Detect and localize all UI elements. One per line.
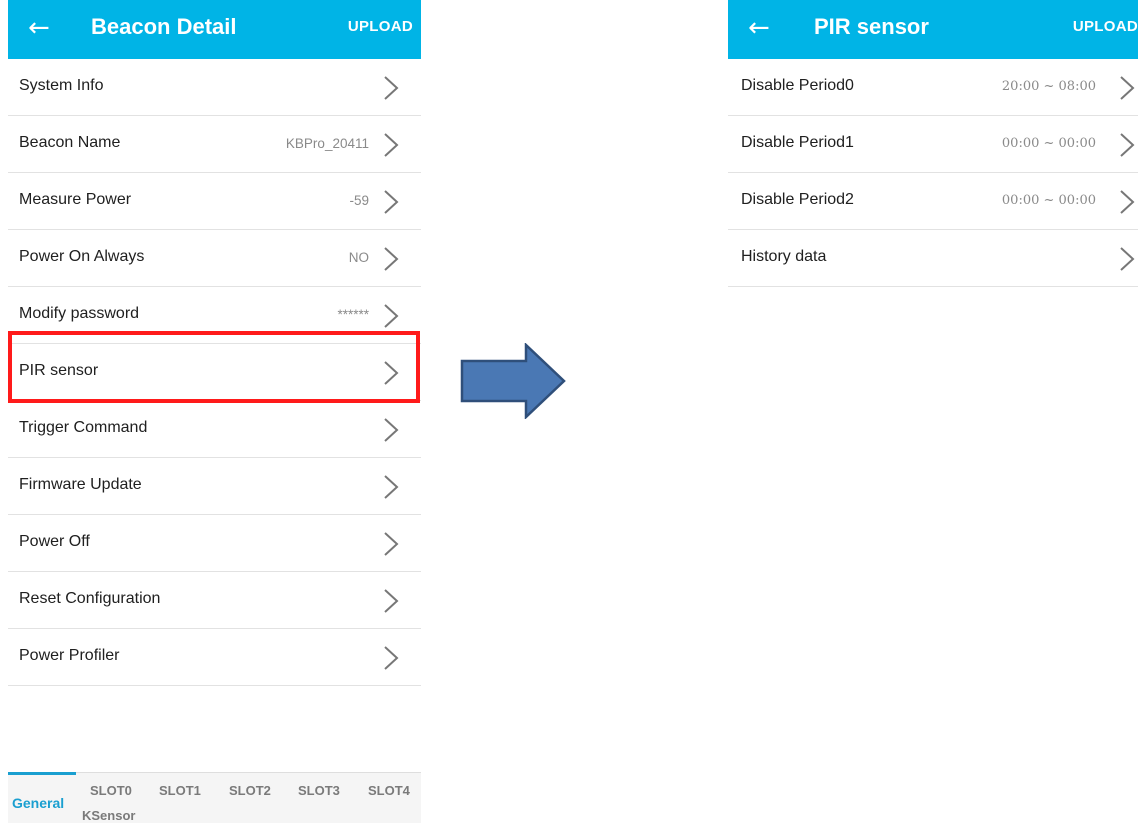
chevron-right-icon	[383, 303, 399, 329]
list-item-label: Power On Always	[19, 248, 145, 265]
list-item-label: System Info	[19, 77, 104, 94]
list-item-label: PIR sensor	[19, 362, 99, 379]
bottom-tab-bar: General SLOT0 SLOT1 SLOT2 SLOT3 SLOT4 KS…	[8, 772, 421, 823]
list-item-system-info[interactable]: System Info	[8, 59, 421, 116]
list-item-label: Measure Power	[19, 191, 132, 208]
tab-slot4[interactable]: SLOT4	[368, 783, 410, 798]
tab-slot1[interactable]: SLOT1	[159, 783, 201, 798]
list-item-firmware-update[interactable]: Firmware Update	[8, 458, 421, 515]
list-item-power-profiler[interactable]: Power Profiler	[8, 629, 421, 686]
list-item-measure-power[interactable]: Measure Power -59	[8, 173, 421, 230]
list-item-value: NO	[348, 250, 369, 265]
list-item-label: Trigger Command	[19, 419, 148, 436]
upload-button[interactable]: UPLOAD	[348, 18, 413, 35]
list-item-trigger-command[interactable]: Trigger Command	[8, 401, 421, 458]
settings-list: System Info Beacon Name KBPro_20411 Meas…	[8, 59, 421, 686]
chevron-right-icon	[383, 360, 399, 386]
list-item-value: 00:00 ~ 00:00	[1001, 136, 1096, 151]
page-title: PIR sensor	[814, 14, 929, 39]
tab-slot3[interactable]: SLOT3	[298, 783, 340, 798]
list-item-label: Firmware Update	[19, 476, 142, 493]
list-item-label: Beacon Name	[19, 134, 121, 151]
list-item-label: History data	[741, 248, 827, 265]
chevron-right-icon	[383, 417, 399, 443]
list-item-value: ******	[337, 307, 369, 322]
chevron-right-icon	[383, 474, 399, 500]
tab-ksensor[interactable]: KSensor	[82, 808, 135, 823]
page-title: Beacon Detail	[91, 14, 237, 39]
list-item-value: 00:00 ~ 00:00	[1001, 193, 1096, 208]
beacon-detail-screen: ← Beacon Detail UPLOAD System Info Beaco…	[8, 0, 421, 823]
active-tab-indicator	[8, 772, 76, 775]
list-item-value: -59	[349, 193, 369, 208]
chevron-right-icon	[383, 132, 399, 158]
list-item-pir-sensor[interactable]: PIR sensor	[8, 344, 421, 401]
list-item-label: Power Off	[19, 533, 90, 550]
list-item-power-off[interactable]: Power Off	[8, 515, 421, 572]
list-item-label: Reset Configuration	[19, 590, 161, 607]
pir-settings-list: Disable Period0 20:00 ~ 08:00 Disable Pe…	[728, 59, 1138, 287]
chevron-right-icon	[1119, 189, 1135, 215]
list-item-label: Disable Period2	[741, 191, 854, 208]
tab-slot2[interactable]: SLOT2	[229, 783, 271, 798]
list-item-beacon-name[interactable]: Beacon Name KBPro_20411	[8, 116, 421, 173]
chevron-right-icon	[383, 588, 399, 614]
list-item-history-data[interactable]: History data	[728, 230, 1138, 287]
chevron-right-icon	[383, 75, 399, 101]
back-arrow-icon[interactable]: ←	[748, 13, 774, 43]
chevron-right-icon	[383, 645, 399, 671]
chevron-right-icon	[1119, 75, 1135, 101]
list-item-modify-password[interactable]: Modify password ******	[8, 287, 421, 344]
list-item-label: Disable Period0	[741, 77, 854, 94]
list-item-disable-period1[interactable]: Disable Period1 00:00 ~ 00:00	[728, 116, 1138, 173]
pir-sensor-screen: ← PIR sensor UPLOAD Disable Period0 20:0…	[728, 0, 1138, 823]
chevron-right-icon	[383, 189, 399, 215]
chevron-right-icon	[1119, 132, 1135, 158]
chevron-right-icon	[1119, 246, 1135, 272]
chevron-right-icon	[383, 246, 399, 272]
right-arrow-icon	[460, 343, 566, 419]
list-item-label: Disable Period1	[741, 134, 854, 151]
app-bar: ← Beacon Detail UPLOAD	[8, 0, 421, 59]
list-item-value: 20:00 ~ 08:00	[1001, 79, 1096, 94]
list-item-disable-period2[interactable]: Disable Period2 00:00 ~ 00:00	[728, 173, 1138, 230]
list-item-label: Modify password	[19, 305, 140, 322]
list-item-reset-configuration[interactable]: Reset Configuration	[8, 572, 421, 629]
list-item-power-on-always[interactable]: Power On Always NO	[8, 230, 421, 287]
tab-general[interactable]: General	[12, 795, 64, 811]
upload-button[interactable]: UPLOAD	[1073, 18, 1138, 35]
back-arrow-icon[interactable]: ←	[28, 13, 54, 43]
list-item-disable-period0[interactable]: Disable Period0 20:00 ~ 08:00	[728, 59, 1138, 116]
list-item-label: Power Profiler	[19, 647, 120, 664]
app-bar: ← PIR sensor UPLOAD	[728, 0, 1138, 59]
tab-slot0[interactable]: SLOT0	[90, 783, 132, 798]
list-item-value: KBPro_20411	[285, 136, 369, 151]
chevron-right-icon	[383, 531, 399, 557]
